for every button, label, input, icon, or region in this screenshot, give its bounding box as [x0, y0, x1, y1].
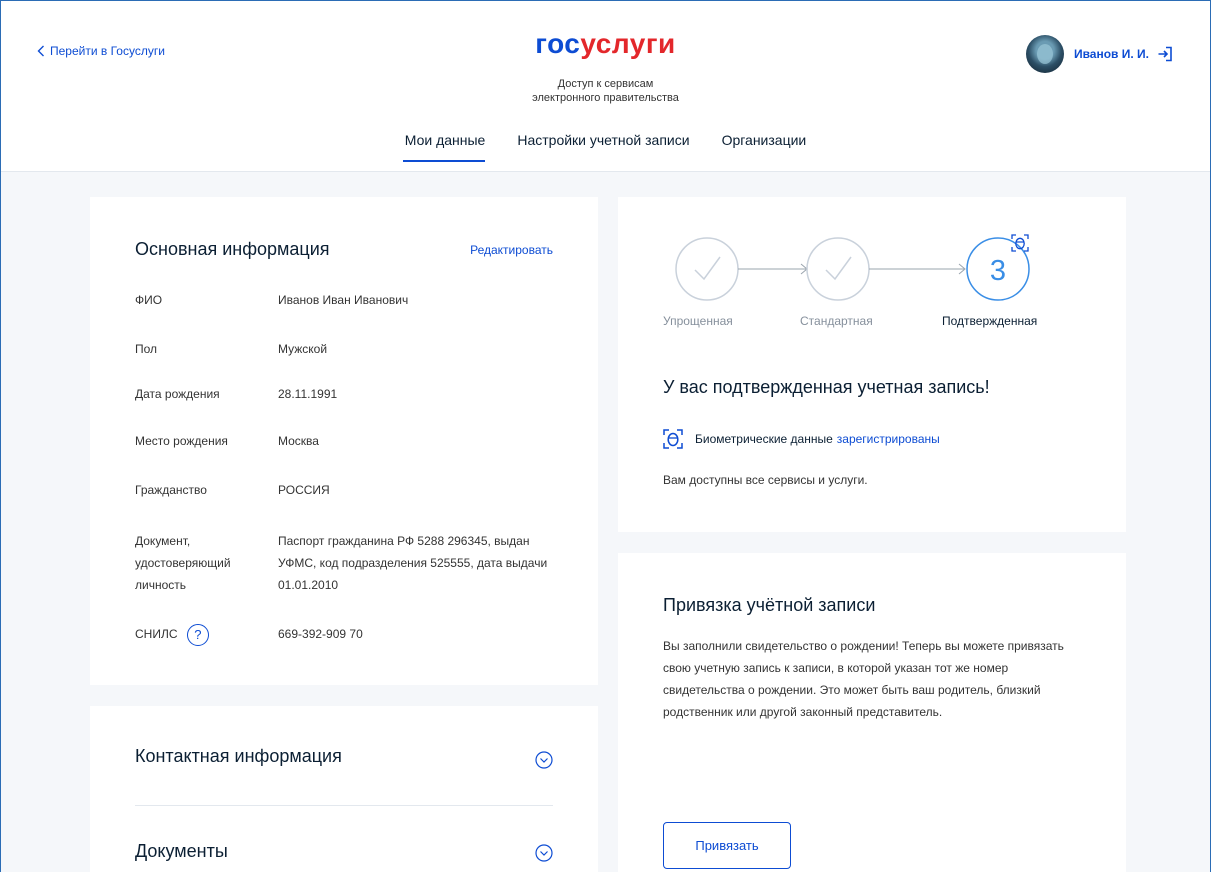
- chevron-down-circle-icon[interactable]: [535, 751, 553, 769]
- account-level-steps: 3: [675, 234, 1030, 301]
- snils-label: СНИЛС: [135, 627, 178, 641]
- documents-section-title[interactable]: Документы: [135, 841, 228, 862]
- step-label-confirmed: Подтвержденная: [942, 314, 1038, 328]
- info-label: Место рождения: [135, 434, 228, 448]
- logo-part-uslugi: услуги: [580, 28, 676, 59]
- header: Перейти в Госуслуги госуслуги Доступ к с…: [0, 0, 1211, 172]
- account-status-card: 3 Упрощенная Стандартная Подтвержденная …: [618, 197, 1126, 532]
- face-scan-icon: [663, 429, 683, 449]
- logout-icon[interactable]: [1157, 46, 1173, 62]
- info-value: Паспорт гражданина РФ 5288 296345, выдан…: [278, 534, 548, 592]
- main-tabs: Мои данные Настройки учетной записи Орга…: [0, 130, 1211, 162]
- info-row-snils: СНИЛС ? 669-392-909 70: [135, 623, 548, 646]
- info-label-snils: СНИЛС ?: [135, 623, 278, 646]
- step-1-check-icon: [675, 237, 739, 301]
- step-3-current: 3: [966, 237, 1030, 301]
- main-info-title: Основная информация: [135, 239, 330, 259]
- info-label: ФИО: [135, 293, 163, 307]
- info-value: Мужской: [278, 342, 328, 356]
- tab-my-data[interactable]: Мои данные: [389, 130, 502, 162]
- arrow-right-icon: [869, 263, 966, 275]
- link-account-title: Привязка учётной записи: [663, 595, 876, 615]
- info-value: 669-392-909 70: [278, 627, 363, 642]
- status-note: Вам доступны все сервисы и услуги.: [663, 473, 868, 487]
- tab-organizations[interactable]: Организации: [706, 130, 823, 162]
- biometrics-text: Биометрические данные: [695, 432, 833, 446]
- biometrics-row: Биометрические данные зарегистрированы: [663, 429, 940, 449]
- info-row-birthplace: Место рождения Москва: [135, 430, 548, 452]
- status-title: У вас подтвержденная учетная запись!: [663, 377, 990, 397]
- info-row-fio: ФИО Иванов Иван Иванович: [135, 289, 548, 311]
- help-icon[interactable]: ?: [186, 623, 209, 646]
- link-account-description: Вы заполнили свидетельство о рождении! Т…: [663, 639, 1064, 719]
- subtitle-line-2: электронного правительства: [532, 92, 679, 104]
- info-row-citizenship: Гражданство РОССИЯ: [135, 479, 548, 501]
- step-label-standard: Стандартная: [800, 314, 873, 328]
- edit-link[interactable]: Редактировать: [470, 243, 553, 257]
- arrow-right-icon: [738, 263, 808, 275]
- info-label: Пол: [135, 342, 158, 356]
- step-label-simplified: Упрощенная: [663, 314, 733, 328]
- user-name[interactable]: Иванов И. И.: [1074, 47, 1149, 61]
- info-label: Гражданство: [135, 483, 207, 497]
- biometrics-registered-link[interactable]: зарегистрированы: [837, 432, 940, 446]
- contacts-section-title[interactable]: Контактная информация: [135, 746, 342, 767]
- avatar[interactable]: [1025, 35, 1064, 73]
- subtitle-line-1: Доступ к сервисам: [557, 78, 654, 90]
- link-account-card: Привязка учётной записи Вы заполнили сви…: [618, 553, 1126, 872]
- user-menu[interactable]: Иванов И. И.: [1025, 35, 1173, 73]
- info-value: РОССИЯ: [278, 483, 330, 497]
- info-row-gender: Пол Мужской: [135, 338, 548, 360]
- info-row-birthdate: Дата рождения 28.11.1991: [135, 383, 548, 405]
- info-value: 28.11.1991: [278, 387, 338, 401]
- info-value: Москва: [278, 434, 319, 448]
- header-subtitle: Доступ к сервисам электронного правитель…: [0, 77, 1211, 105]
- info-label: Дата рождения: [135, 387, 220, 401]
- logo-part-gos: гос: [535, 28, 581, 59]
- accordion-card: Контактная информация Документы: [90, 706, 598, 872]
- info-label: Документ, удостоверяющий личность: [135, 534, 231, 592]
- step-2-check-icon: [806, 237, 870, 301]
- link-account-button[interactable]: Привязать: [663, 822, 791, 869]
- info-row-identity-document: Документ, удостоверяющий личность Паспор…: [135, 530, 548, 596]
- info-value: Иванов Иван Иванович: [278, 293, 409, 307]
- main-info-card: Основная информация Редактировать ФИО Ив…: [90, 197, 598, 685]
- tab-account-settings[interactable]: Настройки учетной записи: [501, 130, 705, 162]
- chevron-down-circle-icon[interactable]: [535, 844, 553, 862]
- divider: [135, 805, 553, 806]
- step-3-number: 3: [990, 255, 1006, 287]
